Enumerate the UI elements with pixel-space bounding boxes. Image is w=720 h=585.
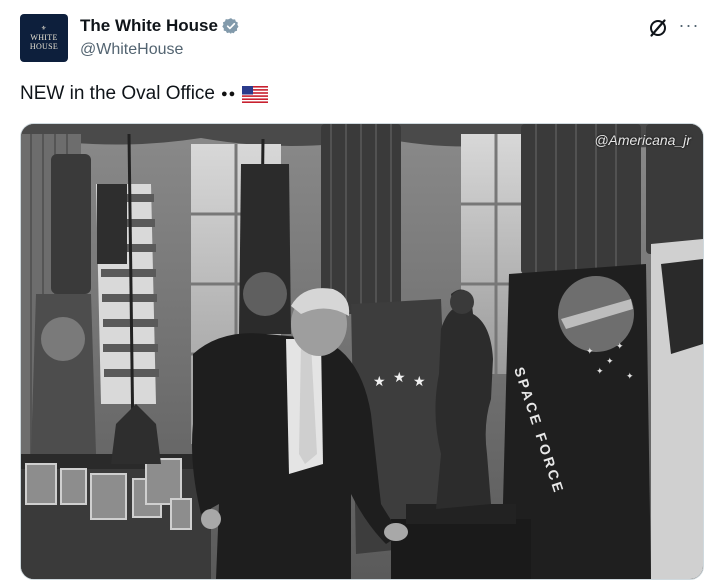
avatar-ornament: ⚜ [41,25,47,32]
author-row: The White House [80,14,240,38]
photo-watermark: @Americana_jr [594,132,691,148]
post-photo[interactable]: ★ ★ ★ ✦ ✦ ✦ ✦ ✦ SPACE FORCE @Americana_j… [20,123,704,580]
post-text-row: NEW in the Oval Office ●● [20,83,269,105]
avatar-text-line2: HOUSE [29,41,59,51]
svg-text:★: ★ [373,373,386,389]
svg-text:✦: ✦ [596,366,604,376]
eyes-emoji: ●● [221,88,237,100]
svg-text:★: ★ [393,369,406,385]
svg-text:✦: ✦ [626,371,634,381]
avatar-text-line1: WHITE [30,32,58,42]
author-handle[interactable]: @WhiteHouse [80,41,183,59]
oval-office-photo: ★ ★ ★ ✦✦✦ ✦ ✦ SPACE FORCE [21,124,703,579]
more-options-icon[interactable]: ··· [678,14,700,36]
svg-text:✦: ✦ [616,341,624,351]
avatar[interactable]: ⚜ WHITE HOUSE [20,14,68,62]
us-flag-emoji [242,85,269,103]
grok-icon[interactable] [646,16,670,40]
svg-text:✦: ✦ [586,346,594,356]
author-name[interactable]: The White House [80,16,218,36]
svg-text:★: ★ [413,373,426,389]
post-text: NEW in the Oval Office [20,83,215,104]
verified-badge-icon [222,18,239,34]
svg-text:✦: ✦ [606,356,614,366]
post-card: ⚜ WHITE HOUSE The White House @WhiteHous… [0,0,720,585]
